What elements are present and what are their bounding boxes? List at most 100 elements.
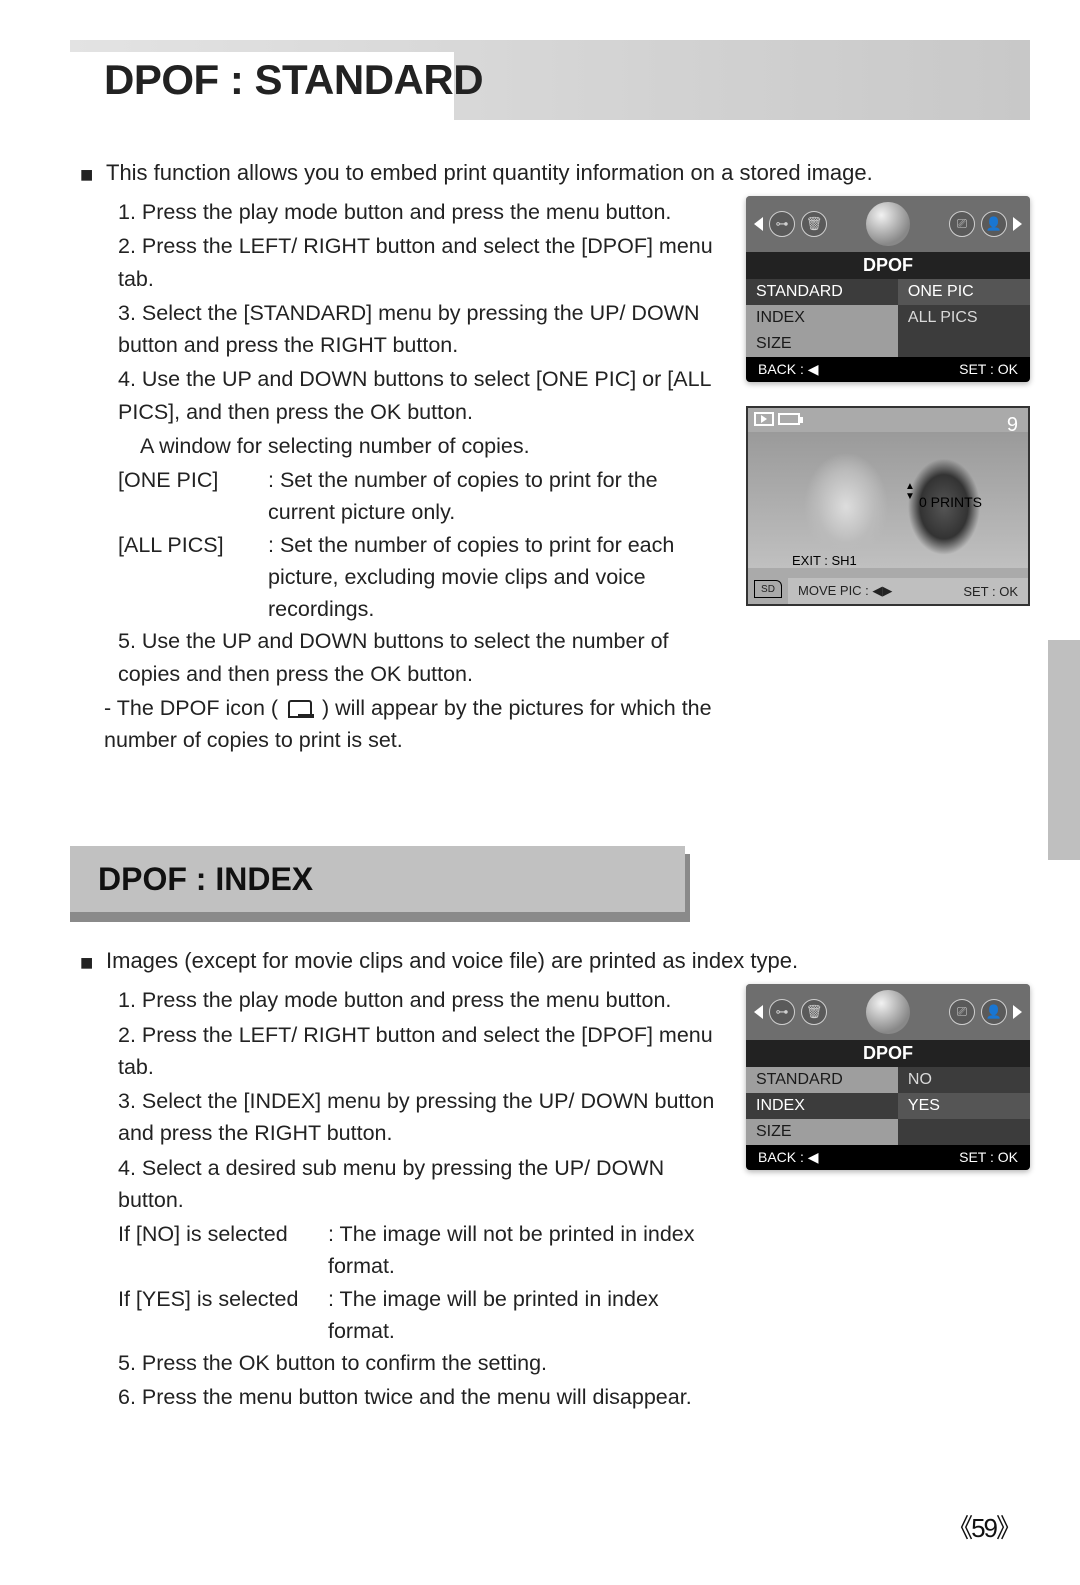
option-label: [ALL PICS] (118, 529, 268, 626)
menu2-right: NO YES (898, 1067, 1030, 1145)
menu1-size: SIZE (746, 331, 898, 357)
menu2-body: STANDARD INDEX SIZE NO YES (746, 1067, 1030, 1145)
menu2-yes: YES (898, 1093, 1030, 1119)
option-label: If [NO] is selected (118, 1218, 328, 1283)
s2-step3: 3. Select the [INDEX] menu by pressing t… (70, 1085, 716, 1150)
menu2-blank (898, 1119, 1030, 1145)
step1: 1. Press the play mode button and press … (70, 196, 716, 228)
menu1-allpics: ALL PICS (898, 305, 1030, 331)
menu1-blank (898, 331, 1030, 357)
back-label: BACK : (758, 1149, 804, 1165)
subtitle-bar: DPOF : INDEX (70, 846, 685, 912)
icon-bar-right: ⎚ 👤 (949, 999, 1022, 1025)
option-allpics: [ALL PICS] : Set the number of copies to… (70, 529, 716, 626)
menu1-title: DPOF (746, 252, 1030, 279)
menu1-index: INDEX (746, 305, 898, 331)
section2-columns: 1. Press the play mode button and press … (70, 984, 1030, 1415)
menu1-back: BACK : ◀ (758, 361, 819, 378)
move-pic: MOVE PIC : ◀▶ (798, 583, 892, 599)
menu2-standard: STANDARD (746, 1067, 898, 1093)
card-icon: ⎚ (949, 211, 975, 237)
icon-bar-right: ⎚ 👤 (949, 211, 1022, 237)
step3: 3. Select the [STANDARD] menu by pressin… (70, 297, 716, 362)
camera-menu-1: ⊶ 🗑 ⎚ 👤 DPOF STANDARD INDEX SIZE (746, 196, 1030, 382)
chevron-left-icon (754, 1005, 763, 1019)
menu1-onepic: ONE PIC (898, 279, 1030, 305)
step4-note: A window for selecting number of copies. (70, 430, 716, 462)
chevron-left-icon (754, 217, 763, 231)
option-label: If [YES] is selected (118, 1283, 328, 1348)
section1-title-bar: DPOF : STANDARD (70, 40, 1030, 132)
menu1-right: ONE PIC ALL PICS (898, 279, 1030, 357)
menu1-standard: STANDARD (746, 279, 898, 305)
section1-screens: ⊶ 🗑 ⎚ 👤 DPOF STANDARD INDEX SIZE (746, 196, 1030, 756)
key-icon: ⊶ (769, 999, 795, 1025)
chevron-right-icon (1013, 1005, 1022, 1019)
option-onepic: [ONE PIC] : Set the number of copies to … (70, 464, 716, 529)
section1-columns: 1. Press the play mode button and press … (70, 196, 1030, 756)
menu2-size: SIZE (746, 1119, 898, 1145)
page-number: 《59》 (947, 1508, 1020, 1545)
option-text: : The image will be printed in index for… (328, 1283, 716, 1348)
person-icon: 👤 (981, 211, 1007, 237)
menu2-index: INDEX (746, 1093, 898, 1119)
option-text: : Set the number of copies to print for … (268, 529, 716, 626)
option-label: [ONE PIC] (118, 464, 268, 529)
person-icon: 👤 (981, 999, 1007, 1025)
trash-icon: 🗑 (801, 999, 827, 1025)
key-icon: ⊶ (769, 211, 795, 237)
dpof-icon (288, 700, 312, 718)
note-a: - The DPOF icon ( (104, 696, 278, 720)
option-text: : The image will not be printed in index… (328, 1218, 716, 1283)
section2-text: 1. Press the play mode button and press … (70, 984, 716, 1415)
section2-title: DPOF : INDEX (98, 861, 313, 898)
icon-bar-left: ⊶ 🗑 (754, 999, 827, 1025)
dpof-icon-note: - The DPOF icon ( ) will appear by the p… (70, 692, 716, 757)
menu2-no: NO (898, 1067, 1030, 1093)
icon-bar-left: ⊶ 🗑 (754, 211, 827, 237)
chevron-right-icon (1013, 217, 1022, 231)
menu2-title: DPOF (746, 1040, 1030, 1067)
dpof-tab-icon (866, 990, 910, 1034)
option-text: : Set the number of copies to print for … (268, 464, 716, 529)
s2-step2: 2. Press the LEFT/ RIGHT button and sele… (70, 1019, 716, 1084)
dpof-tab-icon (866, 202, 910, 246)
section1-title: DPOF : STANDARD (104, 56, 483, 104)
section2-screens: ⊶ 🗑 ⎚ 👤 DPOF STANDARD INDEX SIZE (746, 984, 1030, 1415)
section1-intro: This function allows you to embed print … (80, 160, 1030, 186)
menu1-footer: BACK : ◀ SET : OK (746, 357, 1030, 382)
sd-icon: SD (754, 580, 782, 598)
camera-menu-2: ⊶ 🗑 ⎚ 👤 DPOF STANDARD INDEX SIZE (746, 984, 1030, 1170)
trash-icon: 🗑 (801, 211, 827, 237)
s2-option-yes: If [YES] is selected : The image will be… (70, 1283, 716, 1348)
menu2-set: SET : OK (959, 1149, 1018, 1166)
menu2-left: STANDARD INDEX SIZE (746, 1067, 898, 1145)
section2-title-bar: DPOF : INDEX (70, 846, 1030, 924)
manual-page: DPOF : STANDARD This function allows you… (0, 0, 1080, 1585)
s2-step5: 5. Press the OK button to confirm the se… (70, 1347, 716, 1379)
s2-step6: 6. Press the menu button twice and the m… (70, 1381, 716, 1413)
step5: 5. Use the UP and DOWN buttons to select… (70, 625, 716, 690)
camera-preview: 9 ▲▼ 0 PRINTS EXIT : SH1 SD MOVE PIC : ◀… (746, 406, 1030, 606)
menu2-footer: BACK : ◀ SET : OK (746, 1145, 1030, 1170)
card-icon: ⎚ (949, 999, 975, 1025)
s2-step1: 1. Press the play mode button and press … (70, 984, 716, 1016)
preview-topbar (754, 412, 800, 426)
play-icon (754, 412, 774, 426)
menu1-left: STANDARD INDEX SIZE (746, 279, 898, 357)
prints-label: ▲▼ 0 PRINTS (909, 494, 982, 510)
section2-intro: Images (except for movie clips and voice… (80, 948, 1030, 974)
preview-bottom: MOVE PIC : ◀▶ SET : OK (788, 578, 1028, 604)
menu-icon-row: ⊶ 🗑 ⎚ 👤 (746, 196, 1030, 252)
menu1-set: SET : OK (959, 361, 1018, 378)
updown-icon: ▲▼ (905, 482, 915, 502)
menu-icon-row: ⊶ 🗑 ⎚ 👤 (746, 984, 1030, 1040)
s2-step4: 4. Select a desired sub menu by pressing… (70, 1152, 716, 1217)
section1-text: 1. Press the play mode button and press … (70, 196, 716, 756)
back-label: BACK : (758, 361, 804, 377)
s2-option-no: If [NO] is selected : The image will not… (70, 1218, 716, 1283)
side-tab (1048, 640, 1080, 860)
battery-icon (778, 413, 800, 425)
exit-label: EXIT : SH1 (792, 553, 857, 568)
preview-set: SET : OK (963, 584, 1018, 599)
